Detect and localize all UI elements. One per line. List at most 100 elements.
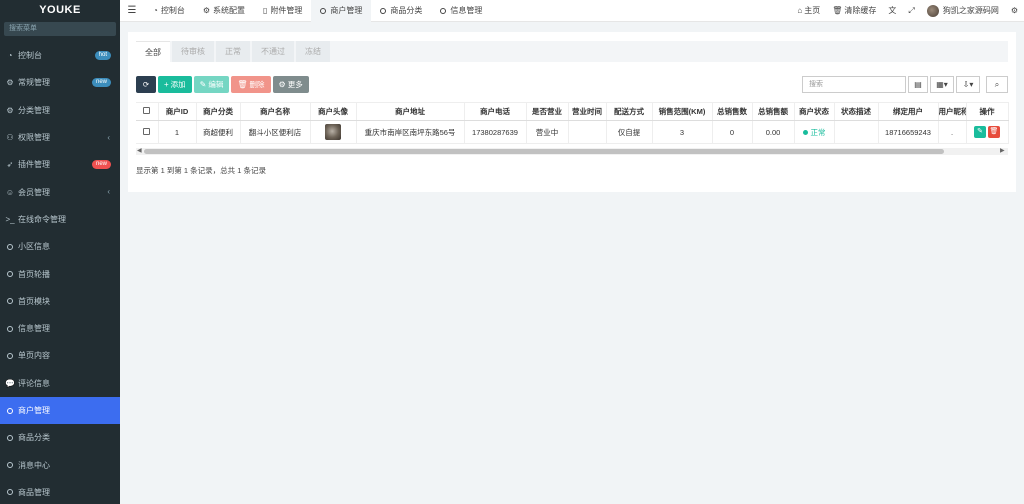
fullscreen-icon[interactable]: ⤢ xyxy=(902,6,920,16)
cell-avatar xyxy=(310,120,357,144)
menu-toggle-icon[interactable]: ☰ xyxy=(120,5,144,16)
sidebar-item-carousel[interactable]: 首页轮播 xyxy=(0,260,120,287)
refresh-button[interactable]: ⟳ xyxy=(136,76,156,93)
avatar xyxy=(926,4,939,17)
column-header[interactable]: 商户状态 xyxy=(794,102,835,121)
row-delete-button[interactable]: 🗑 xyxy=(988,126,1000,138)
column-header[interactable]: 销售范围(KM) xyxy=(652,102,713,121)
filter-tab-rejected[interactable]: 不通过 xyxy=(252,41,294,62)
home-label: 主页 xyxy=(804,6,821,15)
sidebar-search-input[interactable]: 搜索菜单 xyxy=(4,22,116,36)
tab-attachments[interactable]: ▯ 附件管理 xyxy=(254,0,311,22)
cell-total-count: 0 xyxy=(712,120,753,144)
toggle-view-button[interactable]: ▤ xyxy=(908,76,928,93)
column-header[interactable]: 商户名称 xyxy=(240,102,311,121)
column-header[interactable]: 商户地址 xyxy=(356,102,465,121)
export-icon: ⇩▾ xyxy=(962,80,974,89)
cell-actions: ✎ 🗑 xyxy=(966,120,1009,144)
column-header[interactable]: 绑定用户 xyxy=(878,102,939,121)
sidebar-item-label: 评论信息 xyxy=(18,378,50,388)
cell-bound-user: 18716659243 xyxy=(878,120,939,144)
sidebar-item-members[interactable]: ☺ 会员管理 ‹ xyxy=(0,178,120,205)
sidebar-item-label: 商户管理 xyxy=(18,406,50,415)
column-header[interactable]: 商户分类 xyxy=(196,102,241,121)
tab-system-config[interactable]: ⚙ 系统配置 xyxy=(194,0,254,22)
user-menu[interactable]: 狗凯之家源码网 xyxy=(921,4,1005,17)
circle-icon xyxy=(5,298,15,305)
sidebar-item-general[interactable]: ⚙ 常规管理 new xyxy=(0,69,120,96)
advanced-search-button[interactable]: ⌕ xyxy=(986,76,1008,93)
filter-tab-all[interactable]: 全部 xyxy=(136,41,170,62)
column-header[interactable]: 总销售额 xyxy=(752,102,795,121)
search-input[interactable]: 搜索 xyxy=(802,76,906,93)
column-header[interactable]: 配送方式 xyxy=(606,102,653,121)
sidebar-item-label: 商品分类 xyxy=(18,433,50,443)
edit-label: 编辑 xyxy=(208,80,224,89)
scroll-left-icon[interactable]: ◀ xyxy=(137,148,142,155)
tab-product-category[interactable]: 商品分类 xyxy=(371,0,431,22)
sidebar-item-comments[interactable]: 💬 评论信息 xyxy=(0,370,120,397)
table-toolbar: ⟳ + 添加 ✎ 编辑 🗑 删除 ⚙ 更多 xyxy=(136,76,311,93)
column-header[interactable]: 商户ID xyxy=(158,102,197,121)
edit-button[interactable]: ✎ 编辑 xyxy=(193,76,230,93)
home-link[interactable]: ⌂ 主页 xyxy=(791,5,826,16)
columns-button[interactable]: ▦▾ xyxy=(930,76,954,93)
export-button[interactable]: ⇩▾ xyxy=(956,76,980,93)
column-header[interactable]: 商户电话 xyxy=(464,102,527,121)
filter-tab-pending[interactable]: 待审核 xyxy=(172,41,214,62)
add-button[interactable]: + 添加 xyxy=(158,76,192,93)
column-header: 操作 xyxy=(966,102,1009,121)
table-icon: ▤ xyxy=(914,80,922,89)
tab-label: 商户管理 xyxy=(330,6,363,15)
merchant-avatar[interactable] xyxy=(325,124,341,140)
sidebar-item-info[interactable]: 信息管理 xyxy=(0,315,120,342)
sidebar-item-label: 消息中心 xyxy=(18,460,50,470)
column-header[interactable]: 商户头像 xyxy=(310,102,357,121)
hot-badge: hot xyxy=(94,51,111,60)
sidebar-item-command[interactable]: >_ 在线命令管理 xyxy=(0,206,120,233)
comment-icon: 💬 xyxy=(5,378,15,388)
sidebar-item-category[interactable]: ⚙ 分类管理 xyxy=(0,97,120,124)
sidebar-item-dashboard[interactable]: ◔ 控制台 hot xyxy=(0,42,120,69)
user-name: 狗凯之家源码网 xyxy=(942,6,999,15)
users-icon: ⚇ xyxy=(6,133,14,143)
filter-tab-frozen[interactable]: 冻结 xyxy=(296,41,330,62)
row-checkbox[interactable] xyxy=(136,120,159,144)
cell-nickname: . xyxy=(938,120,967,144)
clear-cache-button[interactable]: 🗑 清除缓存 xyxy=(826,5,882,16)
filter-tab-normal[interactable]: 正常 xyxy=(216,41,250,62)
sidebar-item-modules[interactable]: 首页模块 xyxy=(0,288,120,315)
tab-info[interactable]: 信息管理 xyxy=(431,0,491,22)
column-header[interactable]: 营业时间 xyxy=(568,102,607,121)
sidebar-item-product-category[interactable]: 商品分类 xyxy=(0,424,120,451)
sidebar-item-label: 首页模块 xyxy=(18,296,50,306)
row-edit-button[interactable]: ✎ xyxy=(974,126,986,138)
sidebar-item-addons[interactable]: ➶ 插件管理 new xyxy=(0,151,120,178)
column-header[interactable]: 状态描述 xyxy=(834,102,879,121)
tab-merchants[interactable]: 商户管理 xyxy=(311,0,372,22)
more-button[interactable]: ⚙ 更多 xyxy=(272,76,309,93)
settings-icon[interactable]: ⚙ xyxy=(1005,6,1024,15)
tab-label: 附件管理 xyxy=(270,6,303,15)
column-header[interactable]: 总销售数 xyxy=(712,102,753,121)
horizontal-scrollbar-thumb[interactable] xyxy=(144,149,944,154)
sidebar-item-pages[interactable]: 单页内容 xyxy=(0,342,120,369)
sidebar-item-merchants[interactable]: 商户管理 xyxy=(0,396,120,425)
sidebar-item-auth[interactable]: ⚇ 权限管理 ‹ xyxy=(0,124,120,151)
chevron-left-icon: ‹ xyxy=(107,132,110,142)
cell-hours xyxy=(568,120,607,144)
scroll-right-icon[interactable]: ▶ xyxy=(1000,148,1005,155)
sidebar-item-products[interactable]: 商品管理 xyxy=(0,479,120,504)
tab-dashboard[interactable]: ◔ 控制台 xyxy=(144,0,194,22)
gear-icon: ⚙ xyxy=(278,80,286,89)
translate-icon[interactable]: 文 xyxy=(882,5,902,16)
select-all-checkbox[interactable] xyxy=(136,102,159,121)
delete-button[interactable]: 🗑 删除 xyxy=(231,76,271,93)
tab-label: 信息管理 xyxy=(450,6,483,15)
column-header[interactable]: 是否营业 xyxy=(526,102,569,121)
column-header[interactable]: 用户昵称 xyxy=(938,102,967,121)
app-logo: YOUKE xyxy=(0,0,120,20)
sidebar-item-community[interactable]: 小区信息 xyxy=(0,233,120,260)
sidebar-item-messages[interactable]: 消息中心 xyxy=(0,451,120,478)
table-row[interactable]: 1 商超便利 翻斗小区便利店 重庆市南岸区南坪东路56号 17380287639… xyxy=(136,120,1009,144)
